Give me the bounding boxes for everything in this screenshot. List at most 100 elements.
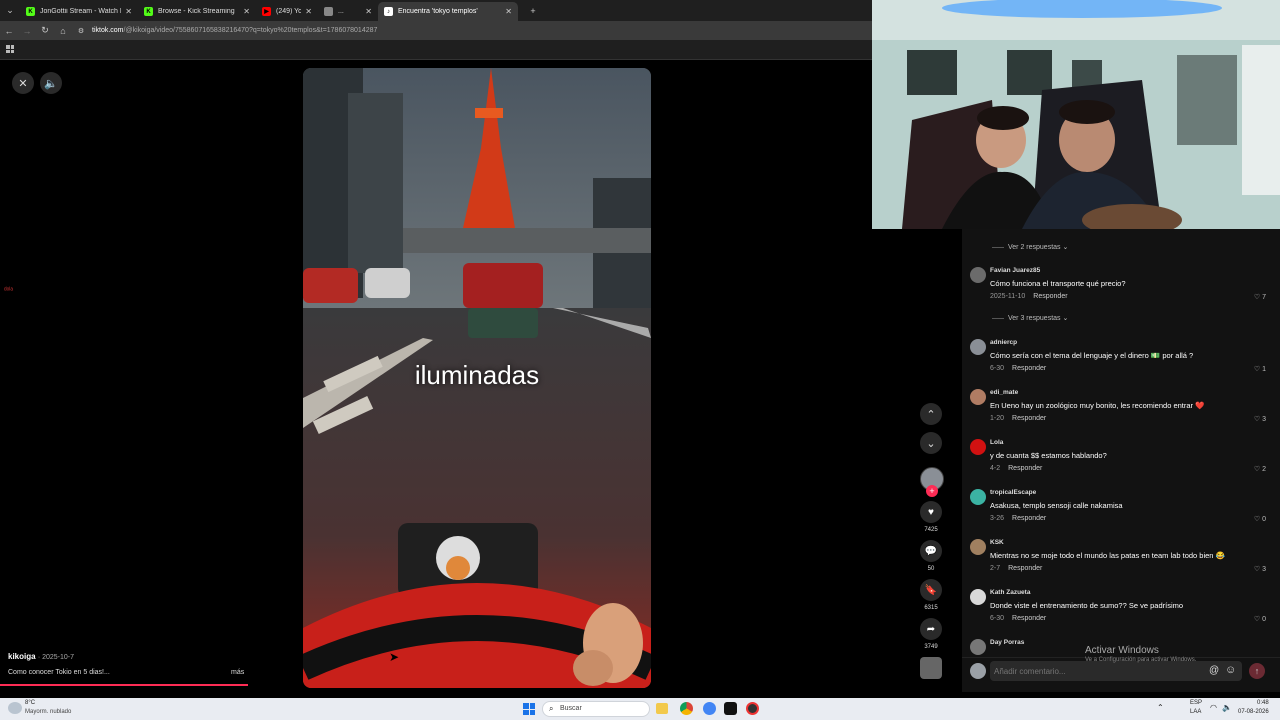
commenter-avatar[interactable] — [970, 389, 986, 405]
mention-icon[interactable]: @ — [1209, 665, 1219, 676]
tab-label: Browse - Kick Streaming — [158, 8, 235, 15]
commenter-name[interactable]: adniercp — [990, 339, 1017, 346]
music-disc-icon[interactable] — [920, 657, 942, 679]
tray-chevron-icon[interactable]: ⌃ — [1157, 703, 1164, 712]
more-link[interactable]: más — [231, 669, 244, 676]
comment-date: 2-7 — [990, 565, 1001, 572]
weather-icon[interactable] — [8, 702, 22, 714]
reply-button[interactable]: Responder — [1012, 615, 1046, 622]
share-icon[interactable]: ➦ — [920, 618, 942, 640]
home-icon[interactable]: ⌂ — [54, 26, 72, 36]
volume-icon[interactable]: 🔈 — [40, 72, 62, 94]
speaker-icon[interactable]: 🔈 — [1222, 703, 1232, 712]
close-icon[interactable]: ✕ — [12, 72, 34, 94]
scroll-down-icon[interactable]: ⌄ — [920, 432, 942, 454]
reply-button[interactable]: Responder — [1012, 365, 1046, 372]
bookmark-icon[interactable]: 🔖 — [920, 579, 942, 601]
url-field[interactable]: tiktok.com/@kikoiga/video/75586071658382… — [92, 27, 377, 34]
browser-tab[interactable]: K JonGottii Stream - Watch Live o✕ — [20, 2, 138, 21]
taskbar-search[interactable]: ⌕ Buscar — [542, 701, 650, 717]
reply-button[interactable]: Responder — [1008, 565, 1042, 572]
site-info-icon[interactable]: ⚙ — [72, 27, 90, 35]
commenter-name[interactable]: Lola — [990, 439, 1003, 446]
apps-grid-icon[interactable] — [6, 45, 14, 53]
tab-menu-chevron-icon[interactable]: ⌄ — [0, 5, 20, 16]
scroll-up-icon[interactable]: ⌃ — [920, 403, 942, 425]
commenter-name[interactable]: KSK — [990, 539, 1004, 546]
comment-input[interactable] — [990, 661, 1242, 681]
commenter-name[interactable]: edi_mate — [990, 389, 1018, 396]
like-heart-icon[interactable]: ♥ — [920, 501, 942, 523]
comment-text: Asakusa, templo sensoji calle nakamisa — [990, 501, 1123, 510]
tab-close-icon[interactable]: ✕ — [501, 7, 512, 16]
clock-time[interactable]: 0:48 — [1257, 700, 1269, 706]
tab-close-icon[interactable]: ✕ — [301, 7, 312, 16]
weather-temp[interactable]: 8°C — [25, 700, 35, 706]
comment-text: Cómo sería con el tema del lenguaje y el… — [990, 351, 1194, 360]
author-name[interactable]: kikoiga — [8, 652, 36, 661]
comment-date: 2025-11-10 — [990, 293, 1026, 300]
app-icon[interactable] — [724, 702, 737, 715]
commenter-avatar[interactable] — [970, 539, 986, 555]
send-icon[interactable]: ↑ — [1249, 663, 1265, 679]
reply-button[interactable]: Responder — [1012, 415, 1046, 422]
wifi-icon[interactable]: ◠ — [1210, 703, 1217, 712]
heart-outline-icon: ♡ — [1253, 294, 1263, 301]
tab-close-icon[interactable]: ✕ — [361, 7, 372, 16]
commenter-avatar[interactable] — [970, 267, 986, 283]
comment-text: Mientras no se moje todo el mundo las pa… — [990, 551, 1225, 560]
forward-icon[interactable]: → — [18, 26, 36, 36]
new-tab-button[interactable]: + — [524, 6, 542, 16]
browser-tab[interactable]: ... ✕ — [318, 2, 378, 21]
browser-icon[interactable] — [703, 702, 716, 715]
comment-like-button[interactable]: ♡ 0 — [1254, 615, 1266, 623]
progress-bar[interactable] — [0, 684, 248, 686]
video-frame[interactable]: iluminadas ➤ — [303, 68, 651, 688]
comment-meta: 2025-11-10 Responder — [990, 293, 1068, 300]
comment-like-button[interactable]: ♡ 1 — [1254, 365, 1266, 373]
app-icon-2[interactable] — [746, 702, 759, 715]
commenter-avatar[interactable] — [970, 639, 986, 655]
cursor-icon: ➤ — [389, 650, 400, 664]
comment-meta: 6-30 Responder — [990, 365, 1046, 372]
search-icon: ⌕ — [549, 704, 554, 713]
comment-like-button[interactable]: ♡ 7 — [1254, 293, 1266, 301]
commenter-name[interactable]: Favian Juarez85 — [990, 267, 1040, 274]
file-explorer-icon[interactable] — [656, 703, 668, 714]
comment-like-button[interactable]: ♡ 3 — [1254, 415, 1266, 423]
tab-close-icon[interactable]: ✕ — [121, 7, 132, 16]
emoji-icon[interactable]: ☺ — [1225, 664, 1236, 676]
comment-meta: 6-30 Responder — [990, 615, 1046, 622]
comment-like-button[interactable]: ♡ 2 — [1254, 465, 1266, 473]
back-icon[interactable]: ← — [0, 26, 18, 36]
comment-icon[interactable]: 💬 — [920, 540, 942, 562]
commenter-name[interactable]: Kath Zazueta — [990, 589, 1030, 596]
start-windows-icon[interactable] — [523, 703, 535, 715]
chrome-icon[interactable] — [680, 702, 693, 715]
reply-button[interactable]: Responder — [1012, 515, 1046, 522]
lang-top[interactable]: ESP — [1190, 700, 1202, 706]
commenter-name[interactable]: tropicalEscape — [990, 489, 1036, 496]
commenter-avatar[interactable] — [970, 489, 986, 505]
browser-tab[interactable]: K Browse - Kick Streaming ✕ — [138, 2, 256, 21]
comment-like-button[interactable]: ♡ 0 — [1254, 515, 1266, 523]
view-replies-link[interactable]: Ver 3 respuestas ⌄ — [992, 314, 1068, 322]
commenter-name[interactable]: Day Porras — [990, 639, 1024, 646]
tab-label: Encuentra 'tokyo templos' — [398, 8, 478, 15]
commenter-avatar[interactable] — [970, 589, 986, 605]
reply-button[interactable]: Responder — [1033, 293, 1067, 300]
post-date: · 2025-10-7 — [37, 654, 75, 661]
browser-tab[interactable]: ▶ (249) YouTube✕ — [256, 2, 318, 21]
reply-button[interactable]: Responder — [1008, 465, 1042, 472]
reload-icon[interactable]: ↻ — [36, 25, 54, 36]
commenter-avatar[interactable] — [970, 339, 986, 355]
comment-item: tropicalEscape Asakusa, templo sensoji ca… — [970, 489, 1272, 533]
tab-close-icon[interactable]: ✕ — [239, 7, 250, 16]
video-author[interactable]: kikoiga · 2025-10-7 — [8, 652, 74, 661]
browser-tab[interactable]: ♪ Encuentra 'tokyo templos' ✕ — [378, 2, 518, 21]
comment-like-button[interactable]: ♡ 3 — [1254, 565, 1266, 573]
tab-label: JonGottii Stream - Watch Live o — [40, 8, 121, 15]
view-replies-link[interactable]: Ver 2 respuestas ⌄ — [992, 243, 1068, 251]
follow-plus-icon[interactable]: + — [926, 485, 938, 497]
commenter-avatar[interactable] — [970, 439, 986, 455]
